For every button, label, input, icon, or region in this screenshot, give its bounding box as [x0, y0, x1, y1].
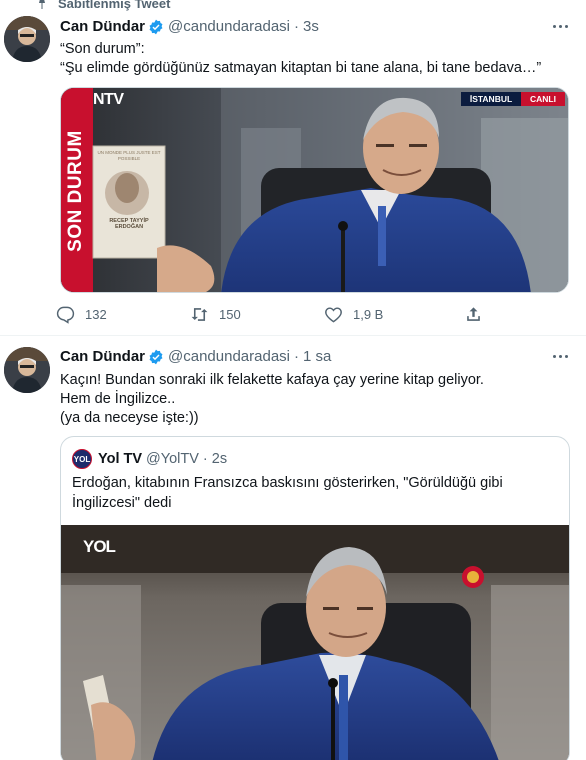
reply-count: 132 — [85, 306, 107, 322]
tweet-text-line: Kaçın! Bundan sonraki ilk felakette kafa… — [60, 372, 484, 388]
separator-dot: · — [294, 18, 299, 35]
yol-logo: YOL — [83, 537, 116, 556]
timestamp[interactable]: 3s — [303, 18, 319, 35]
author-handle[interactable]: @candundaradasi — [168, 18, 290, 35]
yoltv-video-frame — [61, 525, 569, 760]
tweet-text-line: (ya da neceyse işte:)) — [60, 410, 199, 426]
quoted-tweet-header: YOL Yol TV @YolTV · 2s — [72, 449, 227, 469]
avatar-image — [4, 16, 50, 62]
live-tag: CANLI — [530, 94, 556, 104]
quoted-timestamp[interactable]: 2s — [212, 451, 227, 467]
timestamp[interactable]: 1 sa — [303, 348, 331, 365]
quoted-media-image[interactable]: YOL — [61, 525, 569, 760]
separator-dot: · — [202, 451, 208, 467]
tweet-header: Can Dündar @candundaradasi · 3s — [60, 18, 319, 35]
ntv-broadcast-image — [61, 88, 568, 292]
reply-icon — [56, 306, 75, 324]
author-name[interactable]: Can Dündar — [60, 348, 145, 365]
retweet-icon — [191, 307, 208, 321]
quoted-tweet[interactable]: YOL Yol TV @YolTV · 2s Erdoğan, kitabını… — [60, 436, 570, 760]
heart-icon — [325, 306, 342, 322]
quoted-author-name[interactable]: Yol TV — [98, 451, 142, 467]
tweet[interactable]: Can Dündar @candundaradasi · 1 sa Kaçın!… — [0, 336, 586, 760]
tweet-media-image[interactable]: NTV İSTANBUL CANLI SON DURUM UN MONDE PL… — [60, 87, 569, 293]
share-button[interactable] — [464, 303, 483, 325]
quoted-avatar[interactable]: YOL — [72, 449, 92, 469]
reply-button[interactable]: 132 — [56, 303, 107, 325]
separator-dot: · — [294, 348, 299, 365]
tweet-text-line: “Son durum”: — [60, 41, 145, 57]
tweet-actions: 132 150 1,9 B — [52, 303, 492, 325]
avatar-image — [4, 347, 50, 393]
location-tag: İSTANBUL — [469, 94, 513, 104]
verified-badge-icon — [149, 19, 163, 34]
ntv-logo: NTV — [93, 91, 124, 108]
author-handle[interactable]: @candundaradasi — [168, 348, 290, 365]
tweet-header: Can Dündar @candundaradasi · 1 sa — [60, 348, 331, 365]
verified-badge-icon — [149, 349, 163, 364]
like-button[interactable]: 1,9 B — [324, 303, 383, 325]
avatar[interactable] — [4, 347, 50, 393]
tweet-text-line: “Şu elimde gördüğünüz satmayan kitaptan … — [60, 60, 542, 76]
retweet-count: 150 — [219, 306, 241, 322]
book-title: UN MONDE PLUS JUSTE EST POSSIBLE — [97, 150, 161, 161]
share-icon — [467, 306, 480, 321]
quoted-author-handle[interactable]: @YolTV — [146, 451, 199, 467]
pinned-label: Sabitlenmiş Tweet — [58, 0, 171, 11]
tweet-pinned[interactable]: Sabitlenmiş Tweet Can Dündar @candundara… — [0, 0, 586, 336]
quoted-tweet-text: Erdoğan, kitabının Fransızca baskısını g… — [72, 475, 503, 511]
book-author: RECEP TAYYİP ERDOĞAN — [109, 218, 149, 230]
more-options-icon[interactable] — [546, 12, 574, 40]
tweet-text: Kaçın! Bundan sonraki ilk felakette kafa… — [60, 371, 484, 428]
like-count: 1,9 B — [353, 306, 384, 322]
author-name[interactable]: Can Dündar — [60, 18, 145, 35]
retweet-button[interactable]: 150 — [190, 303, 241, 325]
pin-icon — [39, 0, 45, 9]
tweet-text-line: Hem de İngilizce.. — [60, 391, 176, 407]
more-options-icon[interactable] — [546, 342, 574, 370]
son-durum-banner: SON DURUM — [65, 130, 86, 252]
avatar[interactable] — [4, 16, 50, 62]
tweet-text: “Son durum”: “Şu elimde gördüğünüz satma… — [60, 40, 541, 78]
pinned-indicator: Sabitlenmiş Tweet — [36, 0, 171, 11]
